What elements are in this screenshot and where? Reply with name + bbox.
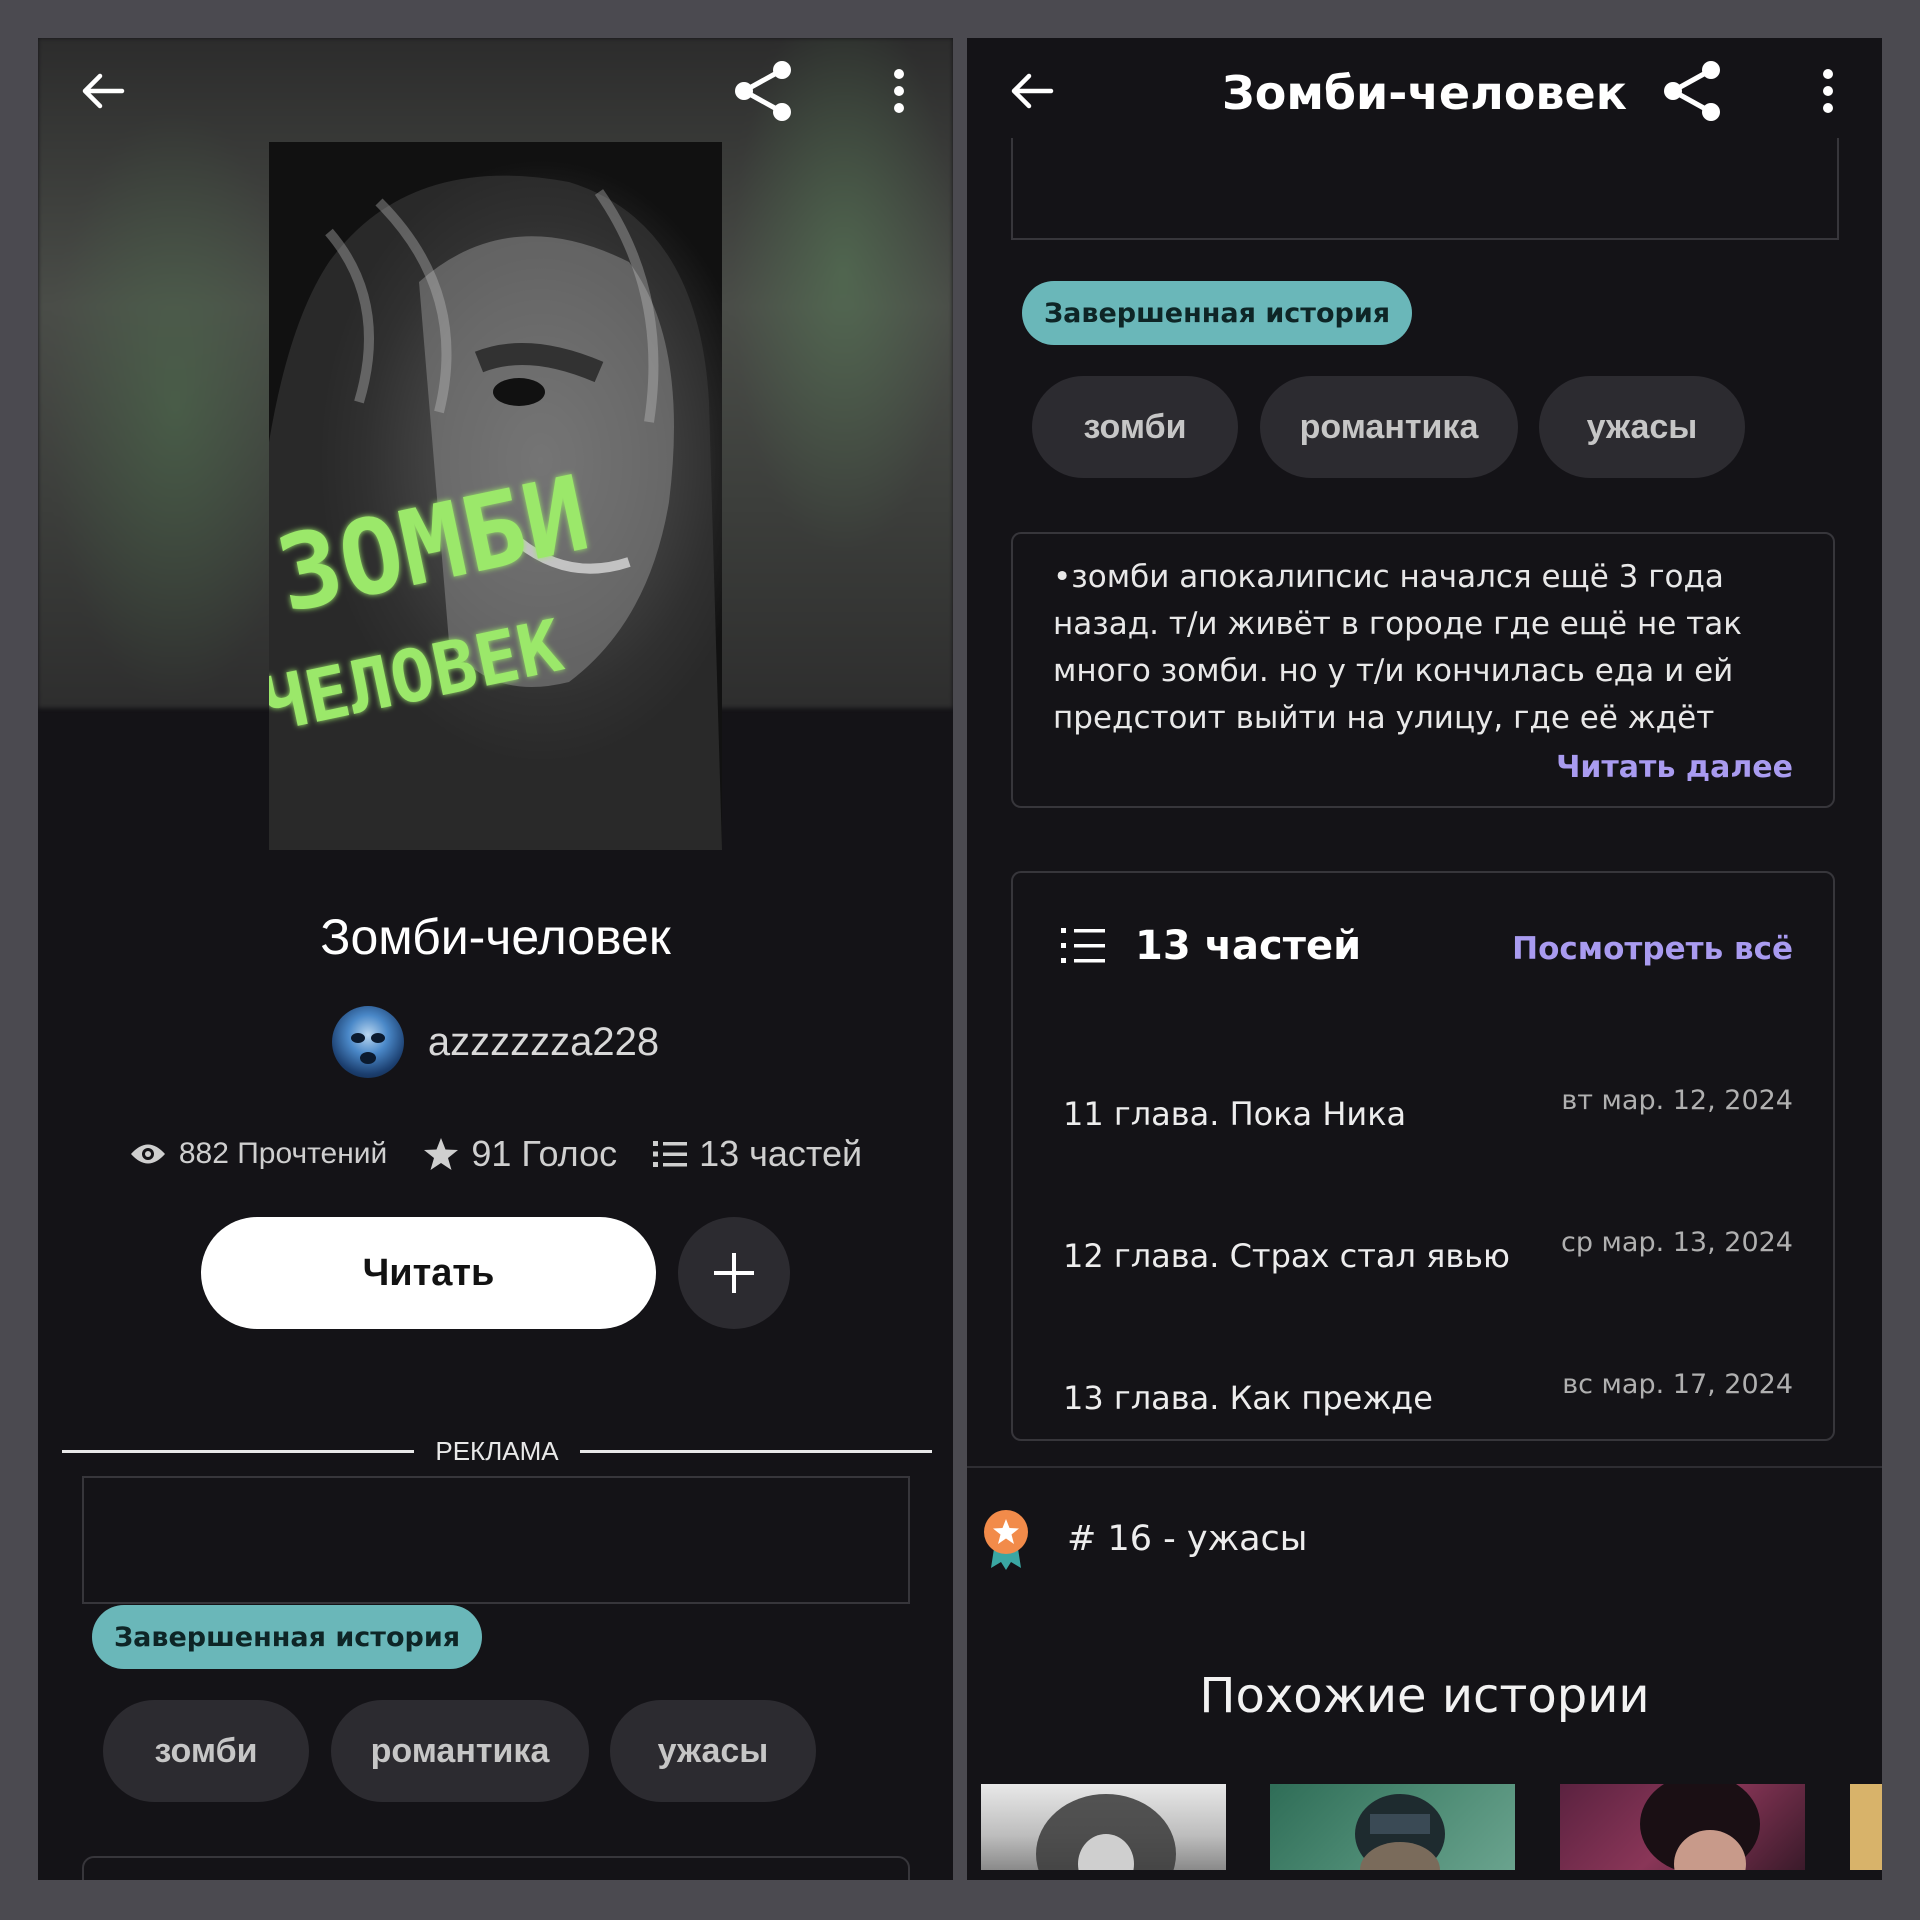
- similar-story-cover[interactable]: [1850, 1784, 1882, 1870]
- similar-stories-title: Похожие истории: [1199, 1668, 1650, 1724]
- votes-count: 91 Голос: [471, 1133, 618, 1174]
- author-row[interactable]: azzzzzza228: [38, 1006, 953, 1078]
- parts-count: 13 частей: [699, 1133, 863, 1174]
- chapter-date: ср мар. 13, 2024: [1560, 1227, 1793, 1258]
- author-name[interactable]: azzzzzza228: [428, 1020, 659, 1065]
- parts-box: 13 частей Посмотреть всё 11 глава. Пока …: [1011, 871, 1835, 1441]
- tag-horror[interactable]: ужасы: [610, 1700, 816, 1802]
- chapter-row[interactable]: 12 глава. Страх стал явью ср мар. 13, 20…: [1063, 1227, 1793, 1287]
- chapter-row[interactable]: 13 глава. Как прежде вс мар. 17, 2024: [1063, 1369, 1793, 1429]
- status-badge: Завершенная история: [92, 1605, 483, 1669]
- avatar-face: [350, 1033, 385, 1064]
- share-button[interactable]: [1657, 56, 1727, 126]
- back-button[interactable]: [68, 56, 138, 126]
- plus-icon: [714, 1253, 754, 1293]
- book-title: Зомби-человек: [320, 909, 671, 965]
- reads-count: 882 Прочтений: [178, 1137, 388, 1170]
- chapter-title: 13 глава. Как прежде: [1063, 1379, 1433, 1417]
- share-icon: [735, 61, 791, 121]
- similar-story-cover[interactable]: [981, 1784, 1226, 1870]
- divider: [967, 1466, 1882, 1468]
- read-more-link[interactable]: Читать далее: [1556, 750, 1793, 785]
- description-box: •зомби апокалипсис начался ещё 3 года на…: [1011, 532, 1835, 808]
- tag-horror[interactable]: ужасы: [1539, 376, 1745, 478]
- top-bar: Зомби-человек: [967, 38, 1882, 148]
- share-button[interactable]: [728, 56, 798, 126]
- votes-stat: 91 Голос: [423, 1133, 617, 1175]
- tag-romance[interactable]: романтика: [1260, 376, 1518, 478]
- description-text: •зомби апокалипсис начался ещё 3 года на…: [1053, 559, 1742, 736]
- chapter-title: 12 глава. Страх стал явью: [1063, 1237, 1510, 1275]
- chapter-date: вс мар. 17, 2024: [1562, 1369, 1793, 1400]
- avatar[interactable]: [331, 1006, 404, 1078]
- list-icon: [1061, 928, 1105, 963]
- cover-art: [1036, 1794, 1176, 1870]
- ranking-row[interactable]: # 16 - ужасы: [981, 1508, 1307, 1570]
- similar-story-cover[interactable]: [1270, 1784, 1515, 1870]
- tag-zombie[interactable]: зомби: [1032, 376, 1238, 478]
- cover-art: [1355, 1794, 1445, 1870]
- see-all-link[interactable]: Посмотреть всё: [1512, 931, 1793, 967]
- ad-slot[interactable]: [1011, 138, 1839, 240]
- share-icon: [1664, 61, 1720, 121]
- header-title: Зомби-человек: [1222, 66, 1627, 120]
- ad-separator: РЕКЛАМА: [62, 1436, 932, 1466]
- parts-title: 13 частей: [1135, 923, 1362, 969]
- eye-icon: [130, 1144, 165, 1164]
- book-cover[interactable]: ЗОМБИ ЧЕЛОВЕК: [269, 142, 722, 850]
- story-detail-panel: ЗОМБИ ЧЕЛОВЕК Зомби-человек azzzzzza228 …: [38, 38, 953, 1880]
- add-to-library-button[interactable]: [678, 1217, 790, 1329]
- cover-art: [1640, 1784, 1760, 1870]
- chapter-date: вт мар. 12, 2024: [1561, 1085, 1793, 1116]
- cover-art: ЗОМБИ ЧЕЛОВЕК: [269, 175, 722, 850]
- star-icon: [424, 1138, 459, 1170]
- more-vertical-icon: [894, 69, 904, 113]
- description-box-partial: [82, 1856, 910, 1880]
- story-detail-panel-scrolled: Зомби-человек Завершенная история зомби …: [967, 38, 1882, 1880]
- top-bar: [38, 38, 953, 148]
- more-options-button[interactable]: [1793, 56, 1863, 126]
- more-vertical-icon: [1823, 69, 1833, 113]
- parts-stat: 13 частей: [653, 1133, 862, 1175]
- stats-row: 882 Прочтений 91 Голос 13 частей: [38, 1133, 953, 1175]
- status-badge: Завершенная история: [1022, 281, 1413, 345]
- parts-header: 13 частей: [1061, 923, 1361, 969]
- ad-slot[interactable]: [82, 1476, 910, 1604]
- ranking-text: # 16 - ужасы: [1067, 1519, 1308, 1559]
- reads-stat: 882 Прочтений: [129, 1137, 387, 1171]
- list-icon: [653, 1141, 688, 1167]
- more-options-button[interactable]: [864, 56, 934, 126]
- award-ribbon-icon: [984, 1510, 1028, 1570]
- similar-story-cover[interactable]: [1560, 1784, 1805, 1870]
- back-arrow-icon: [82, 73, 125, 109]
- tag-romance[interactable]: романтика: [331, 1700, 589, 1802]
- chapter-row[interactable]: 11 глава. Пока Ника вт мар. 12, 2024: [1063, 1085, 1793, 1145]
- chapter-title: 11 глава. Пока Ника: [1063, 1095, 1407, 1133]
- tag-zombie[interactable]: зомби: [103, 1700, 309, 1802]
- read-button[interactable]: Читать: [201, 1217, 656, 1329]
